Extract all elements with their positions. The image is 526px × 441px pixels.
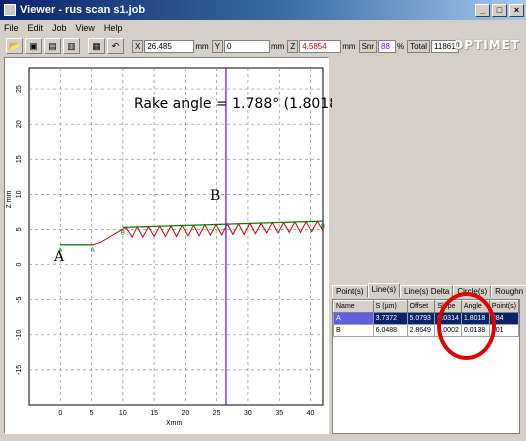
x-tick-label: 35 <box>275 410 283 417</box>
fit-endpoint-label: B <box>121 230 125 236</box>
x-value: 26.485 <box>144 39 195 53</box>
y-axis-label: Z mm <box>6 190 13 208</box>
highlight-circle <box>437 292 496 360</box>
x-label: X <box>132 39 144 53</box>
print-icon[interactable]: ▥ <box>63 38 80 54</box>
col-points[interactable]: Point(s) <box>488 300 519 313</box>
x-axis-label: Xmm <box>166 420 183 427</box>
y-tick-label: 0 <box>16 263 23 267</box>
tab-lines[interactable]: Line(s) <box>367 283 401 298</box>
y-tick-label: -10 <box>16 330 23 340</box>
tab-lines-delta[interactable]: Line(s) Delta <box>400 285 454 298</box>
menu-help[interactable]: Help <box>104 23 123 33</box>
y-label: Y <box>211 39 224 53</box>
close-button[interactable]: × <box>509 3 524 17</box>
cell: 3.7372 <box>372 312 408 325</box>
x-tick-label: 5 <box>90 410 94 417</box>
menu-view[interactable]: View <box>76 23 95 33</box>
snr-label: Snr <box>358 39 378 53</box>
menu-file[interactable]: File <box>4 23 19 33</box>
y-unit: mm <box>271 41 285 51</box>
x-tick-label: 0 <box>58 410 62 417</box>
fit-endpoint-label: A <box>91 248 95 254</box>
save-icon[interactable]: ▣ <box>25 38 42 54</box>
optimet-logo: OPTIMET <box>453 38 520 52</box>
y-value: 0 <box>224 39 271 53</box>
x-tick-label: 10 <box>119 410 127 417</box>
y-tick-label: 25 <box>16 85 23 93</box>
x-tick-label: 30 <box>244 410 252 417</box>
maximize-button[interactable]: □ <box>492 3 507 17</box>
open-icon[interactable]: 📂 <box>6 38 23 54</box>
snr-value: 88 <box>378 39 397 53</box>
x-tick-label: 40 <box>307 410 315 417</box>
y-tick-label: -5 <box>16 296 23 302</box>
cell: B <box>333 324 374 337</box>
menu-bar: File Edit Job View Help <box>0 20 526 35</box>
toolbar: 📂 ▣ ▤ ▥ ▦ ↶ X 26.485 mm Y 0 mm Z 4.5854 … <box>0 36 526 56</box>
snr-unit: % <box>397 41 405 51</box>
tab-points[interactable]: Point(s) <box>332 285 368 298</box>
fit-endpoint-label: B <box>321 224 325 230</box>
app-icon <box>4 4 16 16</box>
z-value: 4.5854 <box>299 39 342 53</box>
window-title: Viewer - rus scan s1.job <box>20 4 146 16</box>
profile-chart: 0 5 10 15 20 25 30 35 40 25 20 15 10 5 0 -5 -10 -15 Xmm Z m… <box>6 67 325 427</box>
export-icon[interactable]: ▦ <box>88 38 105 54</box>
col-name[interactable]: Name <box>333 300 374 313</box>
cell: 2.8649 <box>406 324 436 337</box>
z-label: Z <box>287 39 299 53</box>
x-unit: mm <box>195 41 209 51</box>
y-tick-label: 5 <box>16 227 23 231</box>
tab-roughness[interactable]: Roughn <box>491 285 526 298</box>
z-unit: mm <box>342 41 356 51</box>
y-tick-label: 10 <box>16 190 23 198</box>
tab-strip: Point(s) Line(s) Line(s) Delta Circle(s)… <box>332 283 526 298</box>
col-offset[interactable]: Offset <box>406 300 436 313</box>
cell: A <box>333 312 374 325</box>
plot-panel[interactable]: 0 5 10 15 20 25 30 35 40 25 20 15 10 5 0 -5 -10 -15 Xmm Z m… <box>4 57 329 434</box>
col-s[interactable]: S (µm) <box>372 300 408 313</box>
save-as-icon[interactable]: ▤ <box>44 38 61 54</box>
y-tick-label: -15 <box>16 365 23 375</box>
y-tick-label: 15 <box>16 155 23 163</box>
menu-edit[interactable]: Edit <box>28 23 44 33</box>
label-a-annotation: A <box>54 249 65 265</box>
y-tick-label: 20 <box>16 120 23 128</box>
total-label: Total <box>407 39 431 53</box>
label-b-annotation: B <box>210 188 221 204</box>
x-tick-label: 20 <box>181 410 189 417</box>
x-tick-label: 25 <box>213 410 221 417</box>
minimize-button[interactable]: _ <box>475 3 490 17</box>
cell: 6.0488 <box>372 324 408 337</box>
x-tick-label: 15 <box>150 410 158 417</box>
undo-icon[interactable]: ↶ <box>107 38 124 54</box>
cell: 5.0793 <box>406 312 436 325</box>
menu-job[interactable]: Job <box>52 23 67 33</box>
title-bar: Viewer - rus scan s1.job _ □ × <box>0 0 526 20</box>
